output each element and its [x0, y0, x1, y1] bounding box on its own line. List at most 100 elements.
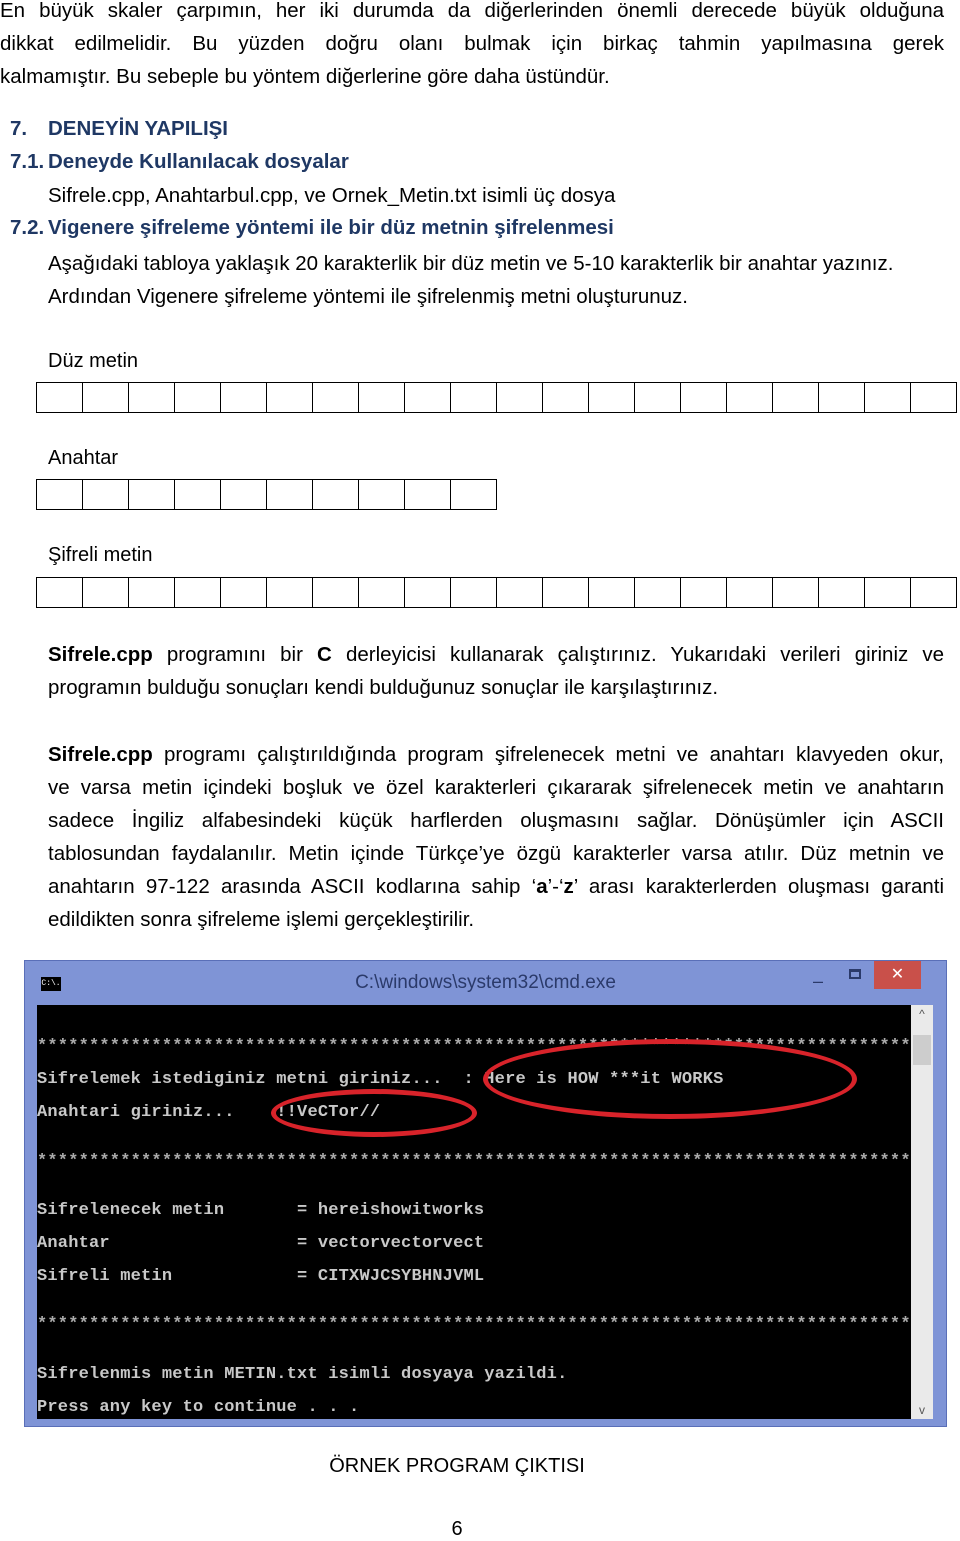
- grid-cell[interactable]: [313, 578, 359, 607]
- grid-cell[interactable]: [37, 578, 83, 607]
- grid-cell[interactable]: [221, 578, 267, 607]
- filename: Sifrele.cpp: [48, 643, 153, 666]
- grid-cell[interactable]: [83, 578, 129, 607]
- text: programı çalıştırıldığında program şifre…: [152, 743, 944, 766]
- window-title: C:\windows\system32\cmd.exe: [355, 972, 616, 993]
- grid-cell[interactable]: [359, 480, 405, 509]
- cipher-text-label: Şifreli metin: [48, 544, 153, 566]
- grid-cell[interactable]: [221, 480, 267, 509]
- plain-text-grid[interactable]: [36, 382, 957, 413]
- text-line: kalmamıştır. Bu sebeple bu yöntem diğerl…: [0, 65, 610, 88]
- grid-cell[interactable]: [819, 578, 865, 607]
- minimize-icon[interactable]: –: [813, 971, 827, 992]
- grid-cell[interactable]: [497, 578, 543, 607]
- grid-cell[interactable]: [451, 480, 497, 509]
- grid-cell[interactable]: [911, 383, 957, 412]
- plain-text-label: Düz metin: [48, 350, 139, 372]
- scrollbar-thumb[interactable]: [913, 1035, 931, 1065]
- grid-cell[interactable]: [267, 383, 313, 412]
- grid-cell[interactable]: [359, 578, 405, 607]
- grid-cell[interactable]: [681, 578, 727, 607]
- section-number: 7.: [10, 117, 28, 140]
- text: anahtarın 97-122 arasında ASCII kodların…: [48, 875, 537, 898]
- close-icon[interactable]: ✕: [874, 961, 921, 989]
- separator: ****************************************…: [37, 1152, 911, 1171]
- section-title: Deneyde Kullanılacak dosyalar: [48, 150, 349, 173]
- grid-cell[interactable]: [865, 383, 911, 412]
- language: C: [317, 643, 332, 666]
- text-line: tablosundan faydalanılır. Metin içinde T…: [48, 842, 944, 865]
- grid-cell[interactable]: [267, 578, 313, 607]
- text-line: Sifrele.cpp programını bir C derleyicisi…: [48, 638, 944, 671]
- console-line: Sifrelenecek metin = hereishowitworks: [37, 1201, 485, 1220]
- text-line: sadece İngiliz alfabesindeki küçük harfl…: [48, 809, 944, 832]
- grid-cell[interactable]: [635, 578, 681, 607]
- grid-cell[interactable]: [727, 578, 773, 607]
- grid-cell[interactable]: [129, 480, 175, 509]
- highlight-ellipse-text: [483, 1039, 857, 1119]
- section-7-2-heading: 7.2. Vigenere şifreleme yöntemi ile bir …: [10, 216, 614, 240]
- section-7-1-heading: 7.1. Deneyde Kullanılacak dosyalar: [10, 150, 349, 174]
- grid-cell[interactable]: [267, 480, 313, 509]
- filename: Sifrele.cpp: [48, 743, 153, 766]
- grid-cell[interactable]: [819, 383, 865, 412]
- grid-cell[interactable]: [773, 578, 819, 607]
- grid-cell[interactable]: [451, 383, 497, 412]
- maximize-icon[interactable]: [849, 969, 861, 979]
- section-title: Vigenere şifreleme yöntemi ile bir düz m…: [48, 216, 614, 239]
- paragraph-run-program: Sifrele.cpp programını bir C derleyicisi…: [48, 638, 944, 704]
- text: derleyicisi kullanarak çalıştırınız. Yuk…: [331, 643, 944, 666]
- section-number: 7.2.: [10, 216, 45, 239]
- text-line: anahtarın 97-122 arasında ASCII kodların…: [48, 870, 944, 903]
- grid-cell[interactable]: [727, 383, 773, 412]
- char: z: [563, 875, 574, 898]
- grid-cell[interactable]: [635, 383, 681, 412]
- grid-cell[interactable]: [175, 578, 221, 607]
- grid-cell[interactable]: [865, 578, 911, 607]
- grid-cell[interactable]: [681, 383, 727, 412]
- text-line: ve varsa metin içindeki boşluk ve özel k…: [48, 776, 944, 799]
- grid-cell[interactable]: [543, 383, 589, 412]
- key-grid[interactable]: [36, 479, 497, 510]
- grid-cell[interactable]: [497, 383, 543, 412]
- console-line: Sifreli metin = CITXWJCSYBHNJVML: [37, 1267, 485, 1286]
- grid-cell[interactable]: [589, 578, 635, 607]
- instructions: Aşağıdaki tabloya yaklaşık 20 karakterli…: [48, 247, 948, 313]
- console-line: Anahtar = vectorvectorvect: [37, 1234, 485, 1253]
- grid-cell[interactable]: [37, 480, 83, 509]
- highlight-ellipse-key: [271, 1089, 477, 1137]
- grid-cell[interactable]: [129, 383, 175, 412]
- grid-cell[interactable]: [175, 383, 221, 412]
- scrollbar[interactable]: ^ v: [911, 1005, 933, 1419]
- grid-cell[interactable]: [313, 383, 359, 412]
- scroll-down-icon[interactable]: v: [911, 1403, 933, 1417]
- cipher-text-grid[interactable]: [36, 577, 957, 608]
- text: ’ arası karakterlerden oluşması garanti: [573, 875, 944, 898]
- grid-cell[interactable]: [221, 383, 267, 412]
- text-line: programın bulduğu sonuçları kendi bulduğ…: [48, 676, 719, 699]
- section-7-heading: 7. DENEYİN YAPILIŞI: [10, 117, 228, 141]
- grid-cell[interactable]: [83, 383, 129, 412]
- cmd-window-screenshot: C:\. C:\windows\system32\cmd.exe – ✕ ***…: [24, 960, 947, 1427]
- grid-cell[interactable]: [405, 480, 451, 509]
- grid-cell[interactable]: [405, 383, 451, 412]
- grid-cell[interactable]: [773, 383, 819, 412]
- grid-cell[interactable]: [175, 480, 221, 509]
- text-line: Ardından Vigenere şifreleme yöntemi ile …: [48, 285, 688, 308]
- grid-cell[interactable]: [37, 383, 83, 412]
- scroll-up-icon[interactable]: ^: [911, 1007, 933, 1021]
- text-line: Sifrele.cpp programı çalıştırıldığında p…: [48, 738, 944, 771]
- grid-cell[interactable]: [405, 578, 451, 607]
- paragraph-program-description: Sifrele.cpp programı çalıştırıldığında p…: [48, 738, 944, 936]
- grid-cell[interactable]: [589, 383, 635, 412]
- grid-cell[interactable]: [359, 383, 405, 412]
- grid-cell[interactable]: [543, 578, 589, 607]
- grid-cell[interactable]: [911, 578, 957, 607]
- grid-cell[interactable]: [313, 480, 359, 509]
- console-line: Press any key to continue . . .: [37, 1398, 360, 1417]
- grid-cell[interactable]: [129, 578, 175, 607]
- grid-cell[interactable]: [451, 578, 497, 607]
- grid-cell[interactable]: [83, 480, 129, 509]
- section-number: 7.1.: [10, 150, 45, 173]
- page-number: 6: [451, 1518, 463, 1540]
